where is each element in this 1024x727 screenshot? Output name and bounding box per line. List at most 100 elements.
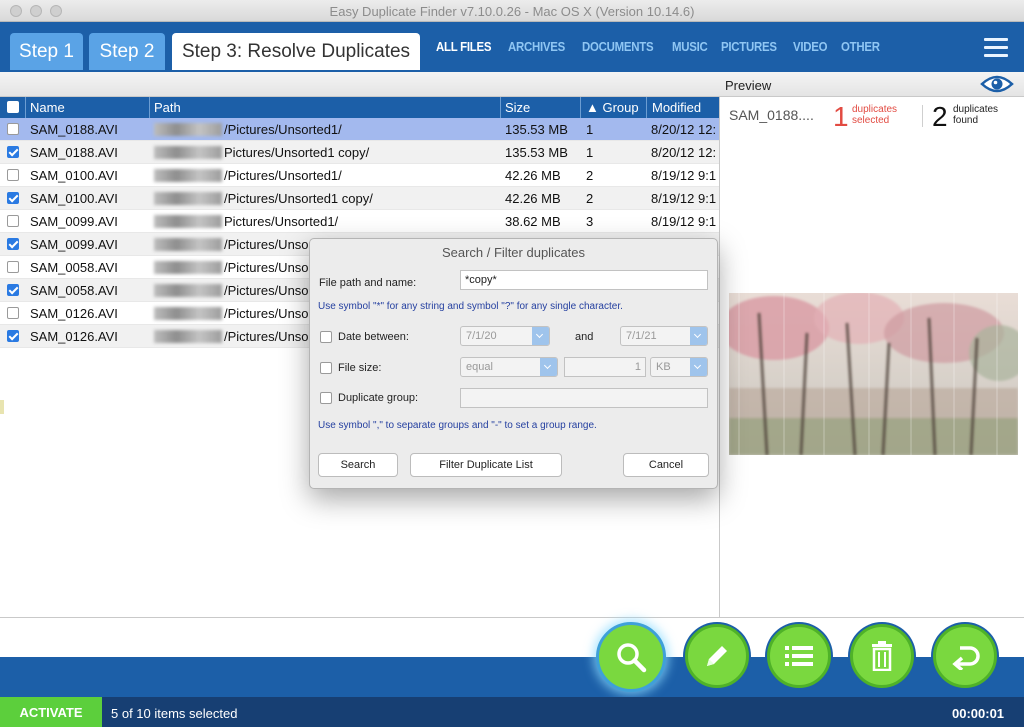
group-hint: Use symbol "," to separate groups and "-… <box>318 420 597 431</box>
row-checkbox[interactable] <box>7 307 19 319</box>
row-name: SAM_0126.AVI <box>30 306 118 321</box>
duplicate-group-input[interactable] <box>460 388 708 408</box>
row-checkbox[interactable] <box>7 330 19 342</box>
row-checkbox[interactable] <box>7 215 19 227</box>
category-all-files[interactable]: ALL FILES <box>436 39 492 54</box>
row-path-text: /Pictures/Unsorted1/ <box>224 122 342 137</box>
row-checkbox[interactable] <box>7 284 19 296</box>
duplicates-found-caption: duplicates found <box>953 104 998 126</box>
row-modified: 8/20/12 12: <box>651 122 717 137</box>
file-size-checkbox[interactable] <box>320 362 332 374</box>
chevron-down-icon <box>690 358 707 376</box>
table-row[interactable]: SAM_0100.AVI/Pictures/Unsorted1/42.26 MB… <box>0 164 719 187</box>
row-path: /Pictures/Unsor <box>154 260 313 275</box>
file-size-unit-select[interactable]: KB <box>650 357 708 377</box>
row-checkbox[interactable] <box>7 261 19 273</box>
category-documents[interactable]: DOCUMENTS <box>582 39 654 54</box>
undo-button[interactable] <box>933 624 997 688</box>
row-path: /Pictures/Unsor <box>154 306 313 321</box>
row-checkbox[interactable] <box>7 192 19 204</box>
tab-step-1[interactable]: Step 1 <box>10 33 83 70</box>
select-all-checkbox[interactable] <box>7 101 19 113</box>
preview-divider <box>922 105 923 127</box>
trash-icon <box>872 641 892 671</box>
edit-button[interactable] <box>685 624 749 688</box>
row-path: /Pictures/Unsorted1 copy/ <box>154 191 373 206</box>
file-size-unit-value: KB <box>656 361 671 373</box>
row-modified: 8/19/12 9:1 <box>651 214 717 229</box>
row-name: SAM_0058.AVI <box>30 260 118 275</box>
row-name: SAM_0100.AVI <box>30 191 118 206</box>
row-path: /Pictures/Unsorted1/ <box>154 168 342 183</box>
list-view-button[interactable] <box>767 624 831 688</box>
elapsed-timer: 00:00:01 <box>952 706 1005 721</box>
table-row[interactable]: SAM_0099.AVI Pictures/Unsorted1/38.62 MB 3… <box>0 210 719 233</box>
row-checkbox[interactable] <box>7 146 19 158</box>
row-path-text: /Pictures/Unsor <box>224 306 313 321</box>
activate-button[interactable]: ACTIVATE <box>0 697 102 727</box>
hamburger-menu-icon[interactable] <box>984 38 1008 58</box>
dialog-cancel-button[interactable]: Cancel <box>623 453 709 477</box>
row-group: 1 <box>586 145 594 160</box>
undo-icon <box>952 646 980 670</box>
row-name: SAM_0099.AVI <box>30 214 118 229</box>
category-music[interactable]: MUSIC <box>672 39 708 54</box>
date-to-picker[interactable]: 7/1/21 <box>620 326 708 346</box>
row-checkbox[interactable] <box>7 238 19 250</box>
row-name: SAM_0099.AVI <box>30 237 118 252</box>
row-size: 135.53 MB <box>505 122 568 137</box>
row-group: 2 <box>586 191 594 206</box>
search-filter-button[interactable] <box>596 622 666 692</box>
category-pictures[interactable]: PICTURES <box>721 39 777 54</box>
category-archives[interactable]: ARCHIVES <box>508 39 565 54</box>
duplicates-selected-line1: duplicates <box>852 104 898 115</box>
row-group: 2 <box>586 168 594 183</box>
duplicates-found-line1: duplicates <box>953 104 999 115</box>
duplicate-group-checkbox[interactable] <box>320 392 332 404</box>
date-between-label: Date between: <box>338 331 409 343</box>
file-size-operator-select[interactable]: equal <box>460 357 558 377</box>
dialog-search-button[interactable]: Search <box>318 453 398 477</box>
eye-icon[interactable] <box>980 74 1014 94</box>
file-path-label: File path and name: <box>319 277 417 289</box>
preview-thumbnail <box>729 293 1018 455</box>
column-modified[interactable]: Modified <box>652 100 701 115</box>
row-checkbox[interactable] <box>7 123 19 135</box>
column-path[interactable]: Path <box>154 100 181 115</box>
row-path-text: Pictures/Unsorted1/ <box>224 214 339 229</box>
duplicates-found-line2: found <box>953 115 979 126</box>
delete-button[interactable] <box>850 624 914 688</box>
chevron-down-icon <box>532 327 549 345</box>
row-path: Pictures/Unsorted1 copy/ <box>154 145 369 160</box>
filter-duplicate-list-button[interactable]: Filter Duplicate List <box>410 453 562 477</box>
sub-header-band <box>0 72 1024 97</box>
date-between-checkbox[interactable] <box>320 331 332 343</box>
row-checkbox[interactable] <box>7 169 19 181</box>
category-other[interactable]: OTHER <box>841 39 880 54</box>
table-row[interactable]: SAM_0188.AVI Pictures/Unsorted1 copy/135.… <box>0 141 719 164</box>
file-size-label: File size: <box>338 362 382 374</box>
table-row[interactable]: SAM_0188.AVI/Pictures/Unsorted1/135.53 M… <box>0 118 719 141</box>
file-size-value-input[interactable]: 1 <box>564 357 646 377</box>
preview-label: Preview <box>725 78 772 93</box>
date-to-value: 7/1/21 <box>626 330 657 342</box>
wildcard-hint: Use symbol "*" for any string and symbol… <box>318 301 623 312</box>
column-group[interactable]: ▲ Group <box>586 100 639 115</box>
column-name[interactable]: Name <box>30 100 65 115</box>
row-path-text: Pictures/Unsorted1 copy/ <box>224 145 370 160</box>
date-and-label: and <box>575 331 594 343</box>
table-row[interactable]: SAM_0100.AVI/Pictures/Unsorted1 copy/42.… <box>0 187 719 210</box>
row-path: /Pictures/Unsor <box>154 237 313 252</box>
chevron-down-icon <box>690 327 707 345</box>
preview-file-name: SAM_0188.... <box>729 107 814 123</box>
file-path-input[interactable]: *copy* <box>460 270 708 290</box>
tab-step-3[interactable]: Step 3: Resolve Duplicates <box>172 33 420 70</box>
date-from-picker[interactable]: 7/1/20 <box>460 326 550 346</box>
list-icon <box>785 646 813 666</box>
row-name: SAM_0058.AVI <box>30 283 118 298</box>
column-size[interactable]: Size <box>505 100 530 115</box>
row-path: /Pictures/Unsor <box>154 329 313 344</box>
category-video[interactable]: VIDEO <box>793 39 828 54</box>
tab-step-2[interactable]: Step 2 <box>89 33 165 70</box>
duplicates-found-count: 2 <box>932 101 948 132</box>
